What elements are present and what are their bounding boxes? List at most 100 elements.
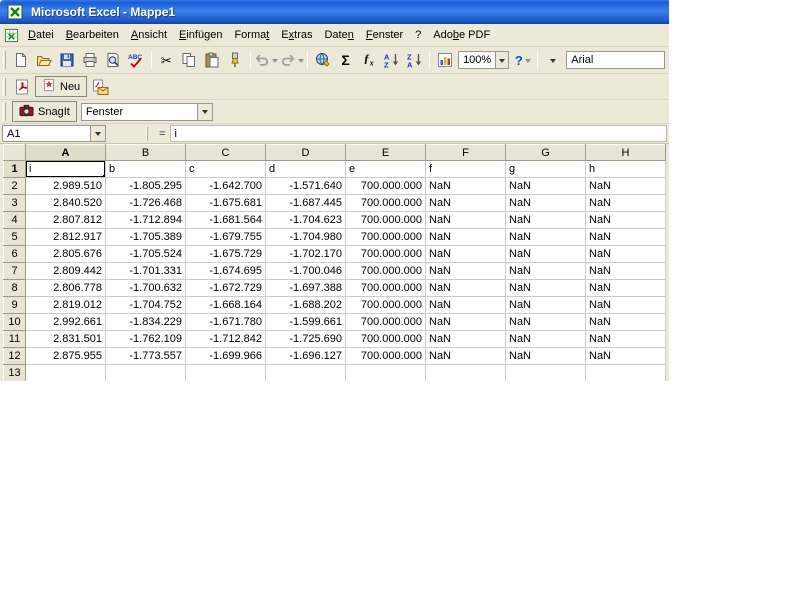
cell-D6[interactable]: -1.702.170 xyxy=(265,245,346,263)
cell-E12[interactable]: 700.000.000 xyxy=(345,347,426,365)
menu-item-help[interactable]: ? xyxy=(409,26,427,44)
cell-B5[interactable]: -1.705.389 xyxy=(105,228,186,246)
row-header-10[interactable]: 10 xyxy=(3,313,26,331)
row-header-8[interactable]: 8 xyxy=(3,279,26,297)
cell-A9[interactable]: 2.819.012 xyxy=(25,296,106,314)
cell-G4[interactable]: NaN xyxy=(505,211,586,229)
cell-D2[interactable]: -1.571.640 xyxy=(265,177,346,195)
zoom-combobox[interactable]: 100% xyxy=(458,51,510,69)
toolbar-grip[interactable] xyxy=(3,51,6,69)
cell-F11[interactable]: NaN xyxy=(425,330,506,348)
cell-C4[interactable]: -1.681.564 xyxy=(185,211,266,229)
column-header-E[interactable]: E xyxy=(345,144,426,161)
toolbar-grip[interactable] xyxy=(3,102,6,121)
menu-item-format[interactable]: Format xyxy=(228,26,275,44)
cell-H5[interactable]: NaN xyxy=(585,228,666,246)
row-header-6[interactable]: 6 xyxy=(3,245,26,263)
redo-button[interactable] xyxy=(279,49,304,71)
column-header-D[interactable]: D xyxy=(265,144,346,161)
row-header-7[interactable]: 7 xyxy=(3,262,26,280)
cell-B10[interactable]: -1.834.229 xyxy=(105,313,186,331)
row-header-13[interactable]: 13 xyxy=(3,364,26,381)
cell-E3[interactable]: 700.000.000 xyxy=(345,194,426,212)
copy-button[interactable] xyxy=(178,49,201,71)
column-header-C[interactable]: C xyxy=(185,144,266,161)
column-header-B[interactable]: B xyxy=(105,144,186,161)
cell-F8[interactable]: NaN xyxy=(425,279,506,297)
cell-B6[interactable]: -1.705.524 xyxy=(105,245,186,263)
cell-D13[interactable] xyxy=(265,364,346,381)
cell-C10[interactable]: -1.671.780 xyxy=(185,313,266,331)
cell-H7[interactable]: NaN xyxy=(585,262,666,280)
cell-F12[interactable]: NaN xyxy=(425,347,506,365)
cell-G5[interactable]: NaN xyxy=(505,228,586,246)
cell-F5[interactable]: NaN xyxy=(425,228,506,246)
cell-G12[interactable]: NaN xyxy=(505,347,586,365)
cell-G9[interactable]: NaN xyxy=(505,296,586,314)
print-button[interactable] xyxy=(79,49,102,71)
autosum-button[interactable]: Σ xyxy=(334,49,357,71)
cell-G6[interactable]: NaN xyxy=(505,245,586,263)
cell-E6[interactable]: 700.000.000 xyxy=(345,245,426,263)
cell-H6[interactable]: NaN xyxy=(585,245,666,263)
cell-G1[interactable]: g xyxy=(505,160,586,178)
help-button[interactable]: ? xyxy=(511,49,534,71)
cell-F4[interactable]: NaN xyxy=(425,211,506,229)
cell-E9[interactable]: 700.000.000 xyxy=(345,296,426,314)
sort-descending-button[interactable]: ZA xyxy=(403,49,426,71)
cell-B11[interactable]: -1.762.109 xyxy=(105,330,186,348)
cell-H3[interactable]: NaN xyxy=(585,194,666,212)
cell-G3[interactable]: NaN xyxy=(505,194,586,212)
menu-item-einf-gen[interactable]: Einfügen xyxy=(173,26,228,44)
cell-D11[interactable]: -1.725.690 xyxy=(265,330,346,348)
cell-A6[interactable]: 2.805.676 xyxy=(25,245,106,263)
undo-button[interactable] xyxy=(254,49,279,71)
hyperlink-button[interactable] xyxy=(311,49,334,71)
format-painter-button[interactable] xyxy=(224,49,247,71)
cell-D8[interactable]: -1.697.388 xyxy=(265,279,346,297)
new-document-button[interactable] xyxy=(10,49,33,71)
cell-C7[interactable]: -1.674.695 xyxy=(185,262,266,280)
cell-D4[interactable]: -1.704.623 xyxy=(265,211,346,229)
menu-item-bearbeiten[interactable]: Bearbeiten xyxy=(60,26,125,44)
cell-H2[interactable]: NaN xyxy=(585,177,666,195)
cell-F9[interactable]: NaN xyxy=(425,296,506,314)
cell-D3[interactable]: -1.687.445 xyxy=(265,194,346,212)
print-preview-button[interactable] xyxy=(102,49,125,71)
row-header-9[interactable]: 9 xyxy=(3,296,26,314)
convert-to-pdf-icon[interactable] xyxy=(10,76,33,98)
cell-C13[interactable] xyxy=(185,364,266,381)
cell-H9[interactable]: NaN xyxy=(585,296,666,314)
row-header-4[interactable]: 4 xyxy=(3,211,26,229)
cell-F10[interactable]: NaN xyxy=(425,313,506,331)
cell-A11[interactable]: 2.831.501 xyxy=(25,330,106,348)
cell-E2[interactable]: 700.000.000 xyxy=(345,177,426,195)
cell-D5[interactable]: -1.704.980 xyxy=(265,228,346,246)
cell-E13[interactable] xyxy=(345,364,426,381)
toolbar-options-button[interactable] xyxy=(541,49,564,71)
cell-B9[interactable]: -1.704.752 xyxy=(105,296,186,314)
cell-G7[interactable]: NaN xyxy=(505,262,586,280)
cell-E1[interactable]: e xyxy=(345,160,426,178)
menu-item-datei[interactable]: Datei xyxy=(22,26,60,44)
column-header-H[interactable]: H xyxy=(585,144,666,161)
edit-formula-button[interactable]: = xyxy=(154,128,170,140)
cell-E4[interactable]: 700.000.000 xyxy=(345,211,426,229)
cell-F6[interactable]: NaN xyxy=(425,245,506,263)
cell-H4[interactable]: NaN xyxy=(585,211,666,229)
cell-D9[interactable]: -1.688.202 xyxy=(265,296,346,314)
formula-input[interactable]: i xyxy=(170,125,667,142)
row-header-12[interactable]: 12 xyxy=(3,347,26,365)
cell-B8[interactable]: -1.700.632 xyxy=(105,279,186,297)
menu-item-extras[interactable]: Extras xyxy=(275,26,318,44)
cell-H13[interactable] xyxy=(585,364,666,381)
cell-H10[interactable]: NaN xyxy=(585,313,666,331)
cell-G10[interactable]: NaN xyxy=(505,313,586,331)
cell-C3[interactable]: -1.675.681 xyxy=(185,194,266,212)
row-header-1[interactable]: 1 xyxy=(3,160,26,178)
save-button[interactable] xyxy=(56,49,79,71)
cell-A8[interactable]: 2.806.778 xyxy=(25,279,106,297)
cell-F2[interactable]: NaN xyxy=(425,177,506,195)
chart-wizard-button[interactable] xyxy=(433,49,456,71)
cell-C2[interactable]: -1.642.700 xyxy=(185,177,266,195)
